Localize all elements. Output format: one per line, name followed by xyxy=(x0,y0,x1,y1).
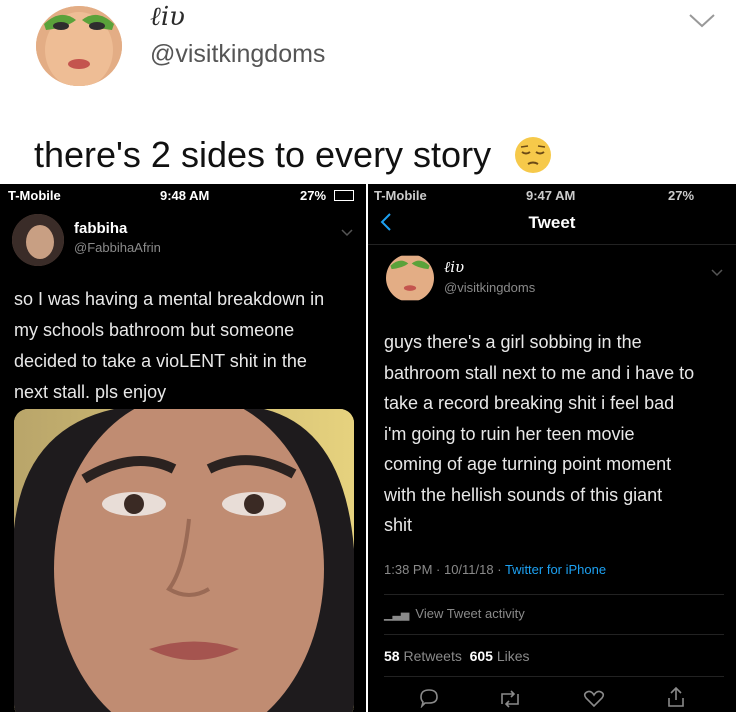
display-name[interactable]: ℓiυ xyxy=(150,2,185,32)
author-handle[interactable]: @FabbihaAfrin xyxy=(74,240,161,255)
activity-icon: ▁▃▅ xyxy=(384,609,410,621)
share-icon[interactable] xyxy=(666,686,686,708)
tweet-line: next stall. pls enjoy xyxy=(14,382,167,402)
tweet-body: so I was having a mental breakdown in my… xyxy=(14,284,364,408)
attached-photo[interactable] xyxy=(14,409,354,712)
status-battery: 27% xyxy=(668,188,695,203)
retweet-icon[interactable] xyxy=(498,690,522,708)
chevron-down-icon[interactable] xyxy=(340,228,354,238)
view-activity-link[interactable]: ▁▃▅ View Tweet activity xyxy=(384,606,525,621)
likes-stat[interactable]: 605 Likes xyxy=(470,648,530,664)
divider xyxy=(384,634,724,635)
tweet-line: shit xyxy=(384,515,413,535)
battery-icon xyxy=(334,190,354,201)
avatar[interactable] xyxy=(36,6,122,86)
divider xyxy=(368,244,736,245)
user-handle[interactable]: @visitkingdoms xyxy=(150,40,325,69)
tweet-line: so I was having a mental breakdown in xyxy=(14,289,325,309)
tweet-source-link[interactable]: Twitter for iPhone xyxy=(505,562,606,577)
status-carrier: T-Mobile xyxy=(8,188,61,203)
tweet-meta: 1:38 PM · 10/11/18 · Twitter for iPhone xyxy=(384,562,606,577)
tweet-line: guys there's a girl sobbing in the xyxy=(384,332,642,352)
left-screenshot-panel: T-Mobile 9:48 AM 27% fabbiha @FabbihaAfr… xyxy=(0,184,366,712)
tweet-line: my schools bathroom but someone xyxy=(14,320,295,340)
author-handle[interactable]: @visitkingdoms xyxy=(444,280,535,295)
status-time: 9:48 AM xyxy=(160,188,210,203)
tweet-text: there's 2 sides to every story xyxy=(34,134,492,175)
chevron-down-icon[interactable] xyxy=(686,10,718,30)
pensive-face-icon xyxy=(515,137,551,173)
divider xyxy=(384,594,724,595)
reply-icon[interactable] xyxy=(418,688,440,708)
status-carrier: T-Mobile xyxy=(374,188,427,203)
tweet-line: take a record breaking shit i feel bad xyxy=(384,393,675,413)
author-name[interactable]: fabbiha xyxy=(74,220,127,237)
retweets-stat[interactable]: 58 Retweets xyxy=(384,648,462,664)
engagement-counts: 58 Retweets 605 Likes xyxy=(384,648,530,664)
status-time: 9:47 AM xyxy=(526,188,576,203)
tweet-body: guys there's a girl sobbing in the bathr… xyxy=(384,327,734,541)
tweet-line: coming of age turning point moment xyxy=(384,454,672,474)
tweet-line: bathroom stall next to me and i have to xyxy=(384,362,695,383)
author-avatar[interactable] xyxy=(386,254,434,302)
author-avatar[interactable] xyxy=(12,214,64,266)
status-battery: 27% xyxy=(300,188,327,203)
divider xyxy=(384,676,724,677)
tweet-line: with the hellish sounds of this giant xyxy=(384,484,663,505)
tweet-line: i'm going to ruin her teen movie xyxy=(384,423,635,444)
tweet-timestamp: 1:38 PM · 10/11/18 · xyxy=(384,562,505,577)
heart-icon[interactable] xyxy=(583,690,605,708)
right-screenshot-panel: T-Mobile 9:47 AM 27% Tweet ℓiυ @visitkin… xyxy=(368,184,736,712)
chevron-down-icon[interactable] xyxy=(710,268,724,278)
tweet-line: decided to take a vioLENT shit in the xyxy=(14,351,307,371)
nav-title: Tweet xyxy=(528,213,576,232)
author-name[interactable]: ℓiυ xyxy=(444,258,464,277)
